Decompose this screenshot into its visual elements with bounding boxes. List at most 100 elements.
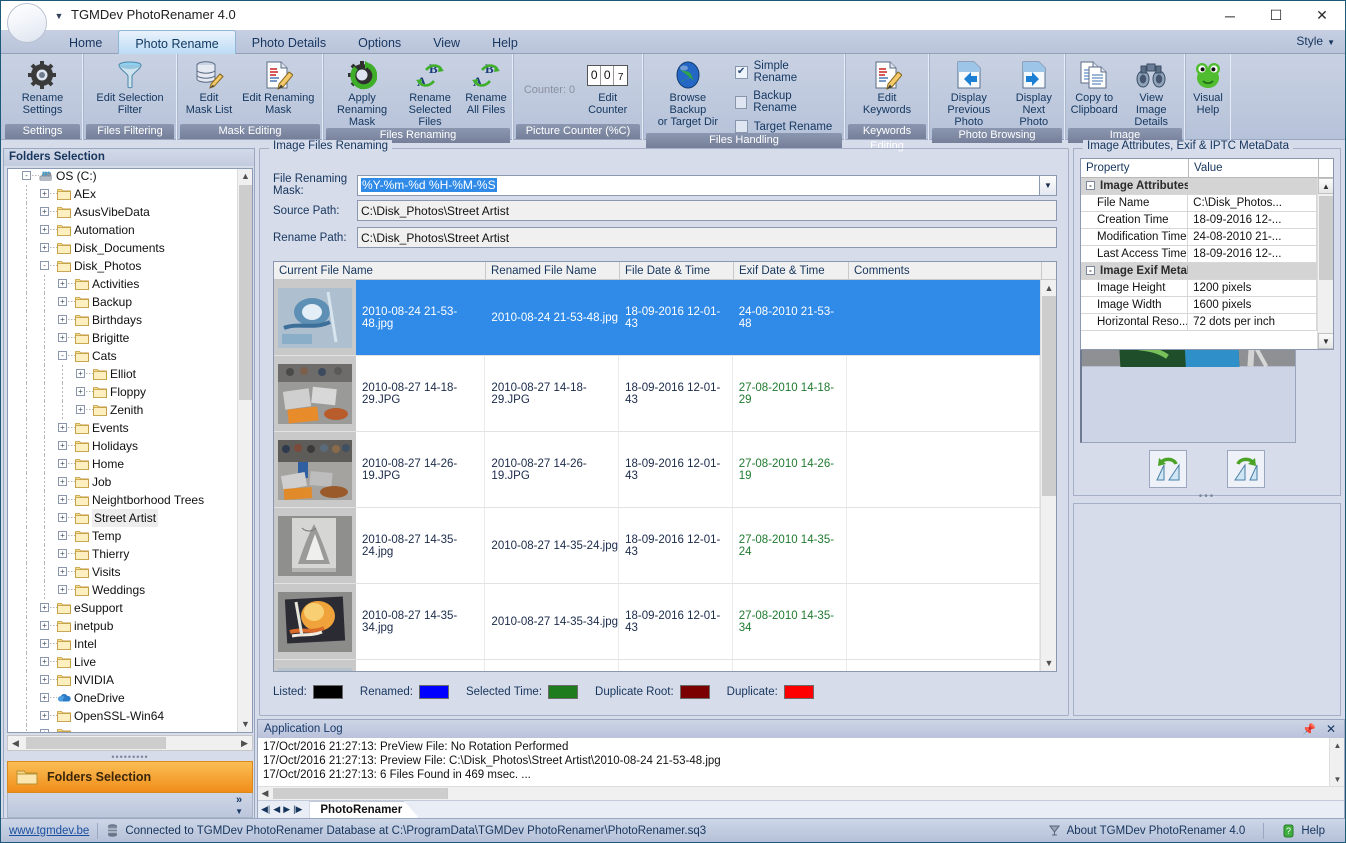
log-nav-arrows[interactable]: ◀| ◀ ▶ |▶ [261, 804, 307, 815]
attributes-scroll-thumb[interactable] [1319, 196, 1333, 280]
ribbon-button-edit-selection-filter[interactable]: Edit Selection Filter [92, 56, 167, 116]
attributes-group-row[interactable]: -Image Attributes [1081, 178, 1317, 195]
scroll-up-icon[interactable]: ▲ [1318, 178, 1334, 194]
expand-icon[interactable]: + [58, 495, 67, 504]
ribbon-button-edit-mask-list[interactable]: Edit Mask List [182, 56, 236, 116]
expand-icon[interactable]: + [40, 675, 49, 684]
tree-node-live[interactable]: +Live [8, 653, 237, 671]
tree-node-visits[interactable]: +Visits [8, 563, 237, 581]
scroll-down-icon[interactable]: ▼ [1330, 772, 1345, 787]
scroll-left-icon[interactable]: ◀ [258, 787, 272, 800]
scroll-up-icon[interactable]: ▲ [238, 169, 253, 184]
tree-node-activities[interactable]: +Activities [8, 275, 237, 293]
tree-node-inetpub[interactable]: +inetpub [8, 617, 237, 635]
tree-node-elliot[interactable]: +Elliot [8, 365, 237, 383]
log-hscroll-thumb[interactable] [273, 788, 448, 799]
attributes-row[interactable]: Image Width1600 pixels [1081, 297, 1317, 314]
files-table-body[interactable]: 2010-08-24 21-53-48.jpg2010-08-24 21-53-… [274, 280, 1040, 671]
expand-icon[interactable]: + [76, 387, 85, 396]
quick-access-toolbar-icon[interactable]: ▼ [53, 10, 65, 22]
expand-icon[interactable]: + [40, 711, 49, 720]
about-cell[interactable]: About TGMDev PhotoRenamer 4.0 [1038, 820, 1256, 842]
tree-node-automation[interactable]: +Automation [8, 221, 237, 239]
expand-icon[interactable]: + [76, 369, 85, 378]
rotate-left-button[interactable] [1149, 450, 1187, 488]
tree-node-disk-photos[interactable]: -Disk_Photos [8, 257, 237, 275]
expand-icon[interactable]: + [58, 459, 67, 468]
attributes-row[interactable]: Last Access Time18-09-2016 12-... [1081, 246, 1317, 263]
column-header-exif-date-time[interactable]: Exif Date & Time [734, 262, 849, 279]
tree-node-home[interactable]: +Home [8, 455, 237, 473]
collapse-icon[interactable]: - [1086, 181, 1095, 190]
ribbon-button-display-previous-photo[interactable]: Display Previous Photo [933, 56, 1005, 128]
log-vertical-scrollbar[interactable]: ▲ ▼ [1329, 738, 1344, 787]
rotate-right-button[interactable] [1227, 450, 1265, 488]
website-link[interactable]: www.tgmdev.be [1, 825, 97, 837]
attributes-row[interactable]: Modification Time24-08-2010 21-... [1081, 229, 1317, 246]
tree-node-openssl-win64[interactable]: +OpenSSL-Win64 [8, 707, 237, 725]
next-record-icon[interactable]: ▶ [283, 804, 290, 815]
scroll-down-icon[interactable]: ▼ [1318, 333, 1334, 349]
maximize-button[interactable]: ☐ [1253, 1, 1299, 30]
tree-node-aex[interactable]: +AEx [8, 185, 237, 203]
tree-node-zenith[interactable]: +Zenith [8, 401, 237, 419]
ribbon-tab-photo-rename[interactable]: Photo Rename [118, 30, 235, 54]
tree-node-birthdays[interactable]: +Birthdays [8, 311, 237, 329]
expand-icon[interactable]: + [40, 639, 49, 648]
column-header-file-date-time[interactable]: File Date & Time [620, 262, 734, 279]
expand-icon[interactable]: + [40, 693, 49, 702]
scroll-down-icon[interactable]: ▼ [1041, 655, 1057, 671]
collapse-icon[interactable]: - [1086, 266, 1095, 275]
expand-icon[interactable]: + [40, 621, 49, 630]
expand-icon[interactable]: + [58, 531, 67, 540]
expand-icon[interactable]: + [58, 567, 67, 576]
scroll-down-icon[interactable]: ▼ [238, 717, 253, 732]
table-row[interactable]: 2010-08-27 14-26-19.JPG2010-08-27 14-26-… [274, 432, 1040, 508]
minimize-button[interactable]: ─ [1207, 1, 1253, 30]
files-scroll-thumb[interactable] [1042, 296, 1056, 496]
last-record-icon[interactable]: |▶ [293, 804, 302, 815]
tree-node-thierry[interactable]: +Thierry [8, 545, 237, 563]
scroll-up-icon[interactable]: ▲ [1041, 280, 1057, 296]
tree-node-asusvibedata[interactable]: +AsusVibeData [8, 203, 237, 221]
tree-hscroll-thumb[interactable] [26, 737, 166, 749]
ribbon-tab-photo-details[interactable]: Photo Details [236, 30, 342, 54]
tree-node-esupport[interactable]: +eSupport [8, 599, 237, 617]
ribbon-button-apply-renaming-mask[interactable]: Apply Renaming Mask [327, 56, 397, 128]
ribbon-button-rename-settings[interactable]: Rename Settings [18, 56, 68, 116]
scroll-left-icon[interactable]: ◀ [8, 736, 23, 750]
tree-node-intel[interactable]: +Intel [8, 635, 237, 653]
tree-node-events[interactable]: +Events [8, 419, 237, 437]
expand-icon[interactable]: + [76, 405, 85, 414]
expand-icon[interactable]: + [58, 477, 67, 486]
expand-icon[interactable]: + [58, 423, 67, 432]
pin-icon[interactable]: 📌 [1296, 723, 1322, 736]
scroll-up-icon[interactable]: ▲ [1330, 738, 1345, 753]
expand-icon[interactable]: + [40, 603, 49, 612]
tree-node-floppy[interactable]: +Floppy [8, 383, 237, 401]
scroll-right-icon[interactable]: ▶ [237, 736, 252, 750]
files-table-scrollbar[interactable]: ▲ ▼ [1040, 280, 1056, 671]
column-header-comments[interactable]: Comments [849, 262, 1042, 279]
tree-node-disk-documents[interactable]: +Disk_Documents [8, 239, 237, 257]
previous-record-icon[interactable]: ◀ [273, 804, 280, 815]
collapse-icon[interactable]: - [58, 351, 67, 360]
folder-tree[interactable]: -OS (C:)+AEx+AsusVibeData+Automation+Dis… [7, 168, 253, 733]
tree-node[interactable]: + [8, 725, 237, 733]
expand-icon[interactable]: + [58, 441, 67, 450]
ribbon-button-edit-renaming-mask[interactable]: Edit Renaming Mask [238, 56, 318, 116]
ribbon-tab-options[interactable]: Options [342, 30, 417, 54]
collapse-icon[interactable]: - [22, 171, 31, 180]
expand-icon[interactable]: + [58, 297, 67, 306]
table-row[interactable]: 2010-08-24 21-53-48.jpg2010-08-24 21-53-… [274, 280, 1040, 356]
attributes-column-property[interactable]: Property [1081, 159, 1189, 177]
ribbon-button-rename-selected-files[interactable]: BARename Selected Files [399, 56, 461, 128]
tree-node-job[interactable]: +Job [8, 473, 237, 491]
expand-icon[interactable]: + [58, 513, 67, 522]
log-tab-photorenamer[interactable]: PhotoRenamer [309, 801, 419, 818]
ribbon-button-display-next-photo[interactable]: Display Next Photo [1007, 56, 1061, 128]
tree-node-street-artist[interactable]: +Street Artist [8, 509, 237, 527]
tree-node-cats[interactable]: -Cats [8, 347, 237, 365]
expand-icon[interactable]: + [58, 549, 67, 558]
expand-icon[interactable]: + [58, 333, 67, 342]
